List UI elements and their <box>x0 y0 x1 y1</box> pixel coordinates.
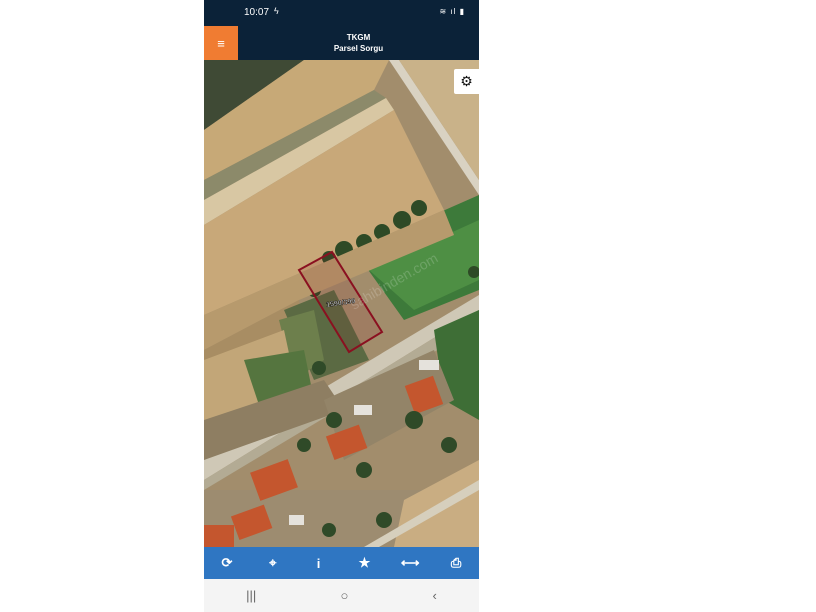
map-imagery: sahibinden.com 1590/399 <box>204 60 479 547</box>
app-title: TKGM <box>346 33 371 42</box>
crosshair-icon: ⌖ <box>269 555 277 570</box>
favorite-button[interactable]: ★ <box>349 548 379 578</box>
recents-icon[interactable]: ||| <box>246 588 256 603</box>
gear-icon: ⚙ <box>460 73 473 89</box>
print-button[interactable]: ⎙ <box>441 548 471 578</box>
ruler-icon: ⟷ <box>400 555 420 570</box>
info-button[interactable]: i <box>304 548 334 578</box>
status-time: 10:07 <box>244 7 270 18</box>
system-nav-bar: ||| ○ ‹ <box>204 579 479 612</box>
measure-button[interactable]: ⟷ <box>395 548 425 578</box>
status-bar: 10:07 ϟ ≋ ıl ▮ <box>204 0 479 26</box>
menu-button[interactable]: ≡ <box>204 26 238 60</box>
refresh-icon: ⟳ <box>221 555 233 570</box>
signal-battery-icons: ≋ ıl ▮ <box>439 7 465 16</box>
info-icon: i <box>316 555 321 571</box>
satellite-map[interactable]: sahibinden.com 1590/399 <box>204 60 479 547</box>
locate-button[interactable]: ⌖ <box>258 548 288 578</box>
home-icon[interactable]: ○ <box>340 588 348 603</box>
refresh-button[interactable]: ⟳ <box>212 548 242 578</box>
printer-icon: ⎙ <box>450 555 462 570</box>
phone-screen: 10:07 ϟ ≋ ıl ▮ ≡ TKGM Parsel Sorgu sahib… <box>204 0 479 612</box>
settings-button[interactable]: ⚙ <box>454 69 479 94</box>
app-subtitle: Parsel Sorgu <box>333 44 384 53</box>
star-icon: ★ <box>358 555 371 570</box>
hamburger-icon: ≡ <box>217 35 225 51</box>
bolt-icon: ϟ <box>274 6 279 16</box>
header-title-block: TKGM Parsel Sorgu <box>238 32 479 54</box>
back-icon[interactable]: ‹ <box>433 588 437 603</box>
bottom-toolbar: ⟳ ⌖ i ★ ⟷ ⎙ <box>204 547 479 579</box>
app-header: ≡ TKGM Parsel Sorgu <box>204 26 479 60</box>
